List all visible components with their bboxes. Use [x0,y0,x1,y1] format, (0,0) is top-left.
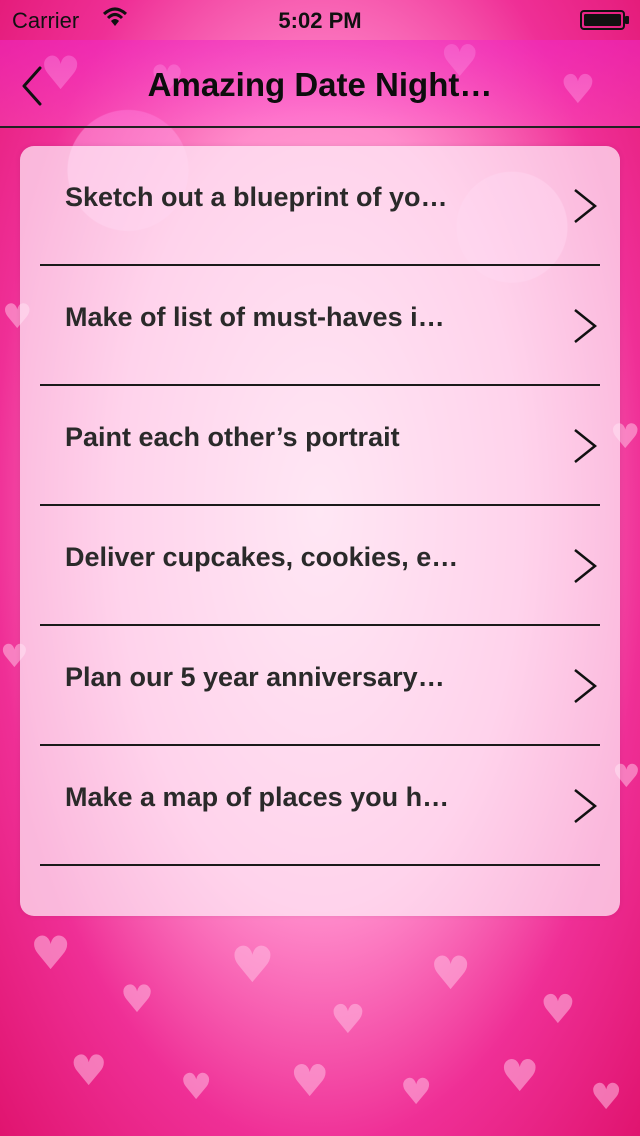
list-item[interactable]: Make of list of must-haves i… [40,266,600,386]
status-bar: Carrier 5:02 PM [0,0,640,40]
heart-icon: ♥ [290,1056,330,1107]
list-item[interactable]: Deliver cupcakes, cookies, e… [40,506,600,626]
heart-icon: ♥ [120,977,155,1021]
navigation-bar: Amazing Date Night… [0,40,640,128]
back-chevron-icon[interactable] [10,62,54,106]
list-item[interactable]: Plan our 5 year anniversary… [40,626,600,746]
list-item[interactable]: Make a map of places you h… [40,746,600,866]
list-item-label: Sketch out a blueprint of yo… [65,182,448,212]
heart-icon: ♥ [70,1046,108,1095]
list-item-label: Plan our 5 year anniversary… [65,662,445,692]
chevron-right-icon [574,549,598,583]
heart-icon: ♥ [30,926,72,980]
heart-icon: ♥ [230,936,275,994]
list-item-label: Paint each other’s portrait [65,422,400,452]
heart-icon: ♥ [400,1072,433,1113]
list-item-label: Make a map of places you h… [65,782,450,812]
chevron-right-icon [574,429,598,463]
heart-icon: ♥ [590,1077,623,1118]
heart-icon: ♥ [540,987,576,1033]
chevron-right-icon [574,189,598,223]
battery-icon [580,10,629,30]
chevron-right-icon [574,669,598,703]
list-item-label: Make of list of must-haves i… [65,302,445,332]
ideas-list: Sketch out a blueprint of yo… Make of li… [40,146,620,866]
ideas-list-card: Sketch out a blueprint of yo… Make of li… [20,146,620,916]
heart-icon: ♥ [430,946,472,1000]
heart-icon: ♥ [180,1067,213,1108]
heart-icon: ♥ [330,997,366,1043]
list-item[interactable]: Sketch out a blueprint of yo… [40,146,600,266]
list-item-label: Deliver cupcakes, cookies, e… [65,542,459,572]
page-title: Amazing Date Night… [147,66,493,103]
heart-icon: ♥ [500,1051,540,1102]
status-time: 5:02 PM [278,8,362,33]
list-item[interactable]: Paint each other’s portrait [40,386,600,506]
chevron-right-icon [574,309,598,343]
chevron-right-icon [574,789,598,823]
